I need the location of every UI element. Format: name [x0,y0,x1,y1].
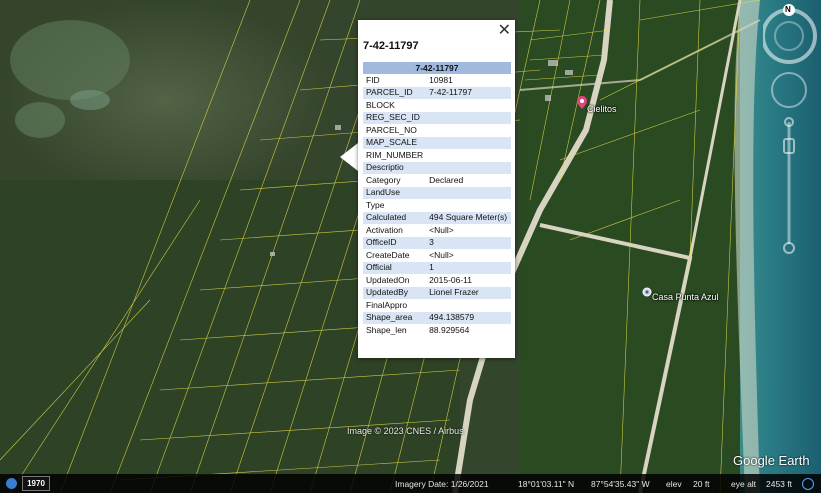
attribute-key: LandUse [363,186,427,199]
attribute-row: Calculated 494 Square Meter(s) [363,211,511,224]
compass-north-label[interactable]: N [785,5,791,14]
close-icon[interactable]: ✕ [498,22,511,38]
popup-pointer [340,143,358,171]
attribute-key: RIM_NUMBER [366,149,424,160]
attribute-row: FinalAppro [363,299,511,312]
attribute-value: 494 Square Meter(s) [426,211,511,224]
attribute-key: OfficeID [363,236,427,249]
attribute-row: Activation <Null> [363,224,511,237]
attribute-row: LandUse [363,186,511,199]
map-pin-icon[interactable] [577,96,587,114]
attribute-value: <Null> [429,249,454,260]
attribute-value: 494.138579 [426,311,511,324]
attribute-value: 10981 [429,74,453,85]
attribute-value [426,136,511,149]
attribute-key: UpdatedBy [363,286,427,299]
attribute-value: 3 [426,236,511,249]
imagery-credit: Image © 2023 CNES / Airbus [347,426,464,436]
attribute-row: CreateDate <Null> [363,249,511,262]
attribute-value [426,161,511,174]
elevation-label: elev [666,479,682,489]
attribute-key: CreateDate [366,249,410,260]
navigation-controls[interactable] [761,4,817,269]
attribute-table: 7-42-11797 FID 10981 PARCEL_ID 7-42-11797 BL… [363,62,511,337]
attribute-key: Category [366,174,401,185]
attribute-key: FinalAppro [366,299,408,310]
attribute-key: Shape_len [366,324,407,335]
eye-altitude-label: eye alt [731,479,757,489]
attribute-value [426,299,511,312]
attribute-value: <Null> [429,224,454,235]
attribute-value [426,99,511,112]
longitude: 87°54'35.43" W [591,479,650,489]
attribute-value: 2015-06-11 [429,274,473,285]
attribute-key: Descriptio [363,161,427,174]
attribute-value: 88.929564 [429,324,470,335]
attribute-row: Official 1 [363,261,511,274]
attribute-value: Declared [429,174,464,185]
parcel-info-popup: ✕ 7-42-11797 7-42-11797 FID 10981 PARCEL_I… [358,20,515,358]
attribute-row: MAP_SCALE [363,136,511,149]
attribute-row: UpdatedOn 2015-06-11 [363,274,511,287]
attribute-key: UpdatedOn [366,274,410,285]
attribute-key: REG_SEC_ID [363,111,427,124]
historical-imagery-year[interactable]: 1970 [22,476,50,491]
attribute-key: PARCEL_ID [363,86,427,99]
table-header: 7-42-11797 [363,62,511,74]
attribute-value: 7-42-11797 [426,86,511,99]
attribute-key: Activation [366,224,403,235]
eye-altitude-value: 2453 ft [766,479,792,489]
attribute-row: OfficeID 3 [363,236,511,249]
streaming-status-icon [802,478,814,490]
attribute-row: Descriptio [363,161,511,174]
attribute-row: Category Declared [363,174,511,187]
attribute-row: RIM_NUMBER [363,149,511,162]
attribute-key: Shape_area [363,311,427,324]
attribute-value: 1 [426,261,511,274]
google-earth-logo: Google Earth [733,453,810,468]
attribute-key: Type [366,199,385,210]
attribute-key: MAP_SCALE [363,136,427,149]
attribute-row: Shape_len 88.929564 [363,324,511,337]
latitude: 18°01'03.11" N [518,479,575,489]
attribute-key: Official [363,261,427,274]
attribute-row: PARCEL_ID 7-42-11797 [363,86,511,99]
status-bar: 1970 Imagery Date: 1/26/2021 18°01'03.11… [0,474,821,493]
imagery-date: Imagery Date: 1/26/2021 [395,479,489,489]
attribute-key: Calculated [363,211,427,224]
attribute-key: PARCEL_NO [366,124,417,135]
attribute-value: Lionel Frazer [426,286,511,299]
attribute-key: BLOCK [366,99,395,110]
attribute-value [426,186,511,199]
elevation-value: 20 ft [693,479,710,489]
attribute-value [426,111,511,124]
attribute-row: FID 10981 [363,74,511,87]
place-marker-icon[interactable] [642,284,652,302]
attribute-row: Type [363,199,511,212]
attribute-row: UpdatedBy Lionel Frazer [363,286,511,299]
attribute-row: REG_SEC_ID [363,111,511,124]
attribute-value [426,149,511,162]
attribute-value [426,199,511,212]
attribute-row: Shape_area 494.138579 [363,311,511,324]
attribute-row: BLOCK [363,99,511,112]
place-label-casa-punta-azul[interactable]: Casa Punta Azul [652,292,719,302]
place-label-cielitos[interactable]: Cielitos [587,104,617,114]
attribute-row: PARCEL_NO [363,124,511,137]
globe-icon[interactable] [6,478,17,489]
attribute-value [426,124,511,137]
popup-title: 7-42-11797 [363,40,419,52]
attribute-key: FID [366,74,380,85]
